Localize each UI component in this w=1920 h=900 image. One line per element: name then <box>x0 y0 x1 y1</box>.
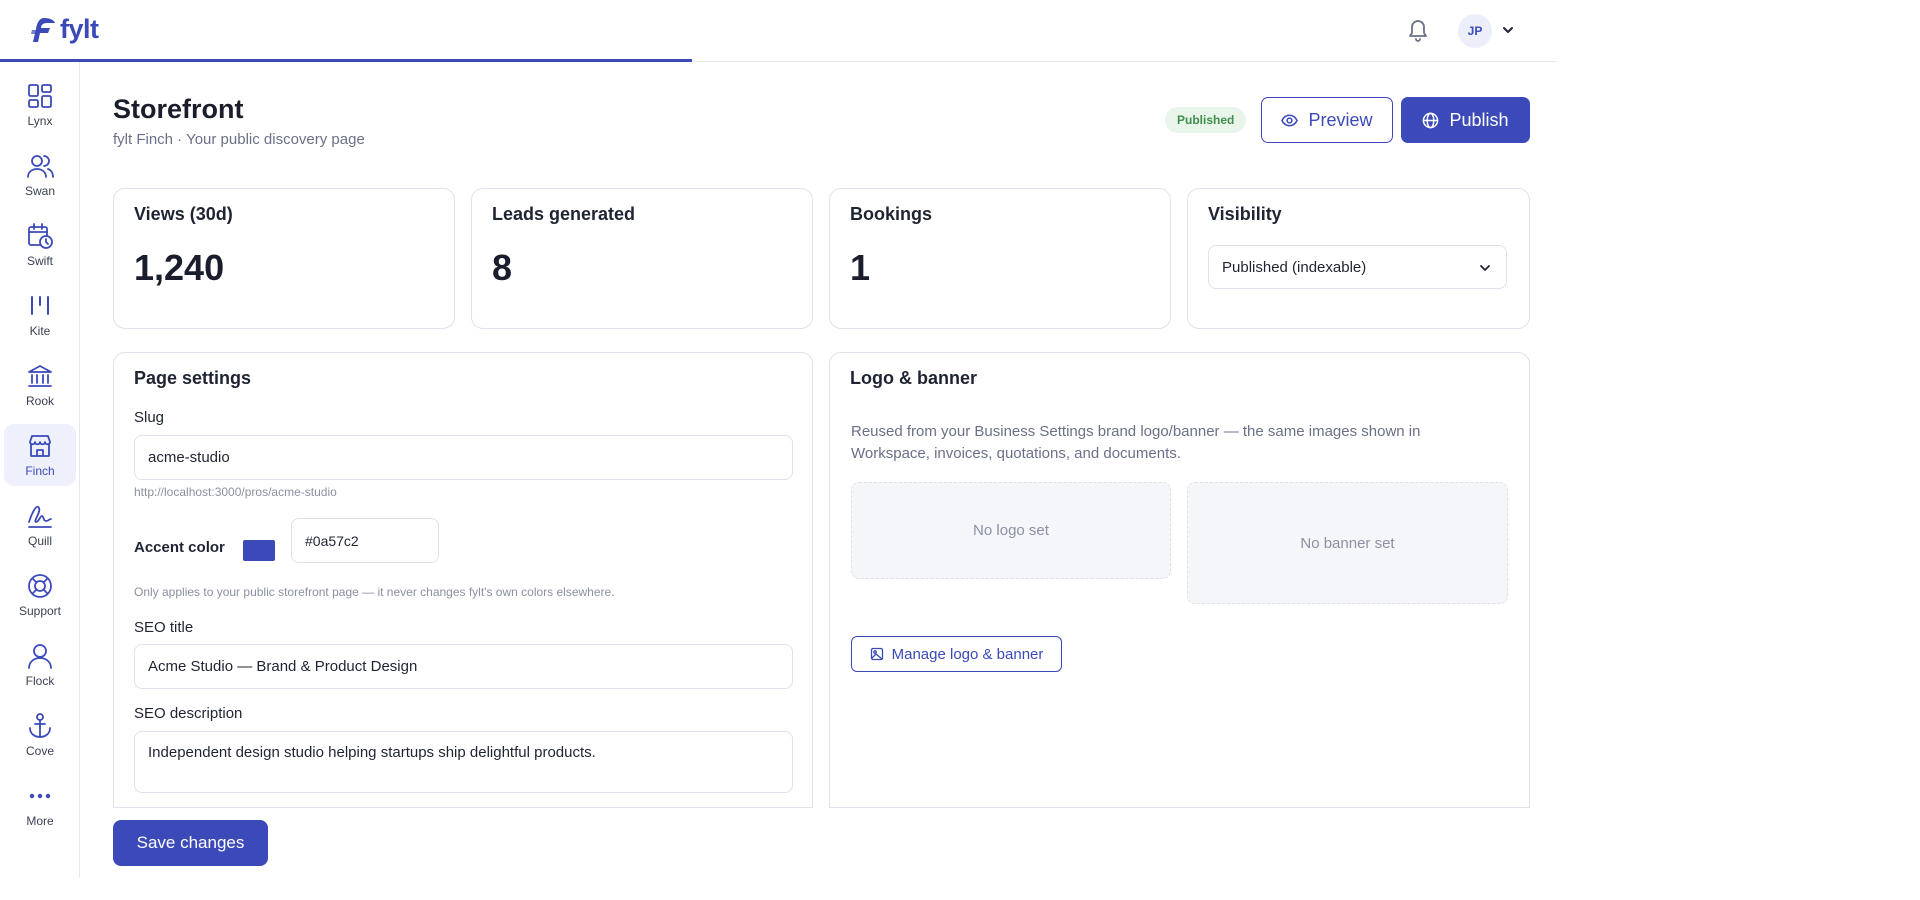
image-icon <box>870 647 883 661</box>
sidebar-item-label: Cove <box>25 744 54 758</box>
sidebar-item-kite[interactable]: Kite <box>4 284 76 346</box>
accent-color-hint: Only applies to your public storefront p… <box>134 585 615 599</box>
sidebar-item-label: Lynx <box>27 114 53 128</box>
user-avatar[interactable]: JP <box>1458 14 1492 48</box>
sidebar-item-label: Swan <box>24 184 56 198</box>
card-value: 1 <box>850 247 871 288</box>
signature-icon <box>28 505 52 528</box>
bank-icon <box>28 365 52 387</box>
slug-input[interactable]: acme-studio <box>134 435 793 480</box>
leads-card: Leads generated 8 <box>471 188 813 329</box>
eye-icon <box>1281 114 1299 126</box>
globe-icon <box>1423 112 1439 128</box>
chevron-down-icon[interactable] <box>1500 22 1516 38</box>
brand-mark-icon <box>31 17 55 42</box>
card-title: Visibility <box>1208 204 1282 224</box>
top-bar: fylt JP <box>0 0 1557 62</box>
sidebar-item-lynx[interactable]: Lynx <box>4 74 76 136</box>
card-title: Views (30d) <box>134 204 233 224</box>
visibility-select[interactable]: Published (indexable) <box>1208 245 1507 289</box>
calendar-clock-icon <box>28 223 53 249</box>
sidebar-item-label: Swift <box>26 254 53 268</box>
card-title: Bookings <box>850 204 933 224</box>
more-dots-icon <box>29 793 51 799</box>
sidebar-item-label: Rook <box>25 394 54 408</box>
accent-color-label: Accent color <box>134 539 225 556</box>
logo-placeholder: No logo set <box>851 482 1171 579</box>
card-title: Logo & banner <box>850 368 977 388</box>
user-group-icon <box>28 644 52 669</box>
page-progress-bar <box>0 59 692 62</box>
preview-button[interactable]: Preview <box>1261 97 1393 143</box>
store-icon <box>29 435 51 457</box>
sidebar-item-label: Support <box>18 604 62 618</box>
sidebar-item-finch[interactable]: Finch <box>4 424 76 486</box>
page-title: Storefront <box>113 94 244 124</box>
sidebar-item-label: Finch <box>25 464 55 478</box>
seo-title-label: SEO title <box>134 619 194 636</box>
publish-label: Publish <box>1449 109 1509 130</box>
save-changes-button[interactable]: Save changes <box>113 820 268 866</box>
sidebar-item-label: More <box>26 814 54 828</box>
visibility-card: Visibility Published (indexable) <box>1187 188 1530 329</box>
chevron-down-icon <box>1480 265 1490 271</box>
users-icon <box>27 155 54 178</box>
bookings-card: Bookings 1 <box>829 188 1171 329</box>
views-card: Views (30d) 1,240 <box>113 188 455 329</box>
publish-button[interactable]: Publish <box>1401 97 1530 143</box>
sidebar-item-quill[interactable]: Quill <box>4 494 76 556</box>
card-value: 1,240 <box>134 247 225 288</box>
app-root: fylt JP Lynx Swan Swift Kite Rook Finch … <box>0 0 1920 900</box>
sidebar-item-flock[interactable]: Flock <box>4 634 76 696</box>
grid-icon <box>28 84 52 108</box>
manage-logo-banner-button[interactable]: Manage logo & banner <box>851 636 1062 672</box>
card-value: 8 <box>492 247 513 288</box>
seo-title-input[interactable]: Acme Studio — Brand & Product Design <box>134 644 793 689</box>
sidebar-item-rook[interactable]: Rook <box>4 354 76 416</box>
seo-description-label: SEO description <box>134 705 243 722</box>
brand-logo[interactable]: fylt <box>30 14 99 45</box>
sidebar-item-more[interactable]: More <box>4 774 76 836</box>
page-subtitle: fylt Finch · Your public discovery page <box>113 131 365 148</box>
lifebuoy-icon <box>28 574 52 598</box>
sidebar-item-label: Kite <box>29 324 51 338</box>
card-title: Leads generated <box>492 204 636 224</box>
visibility-selected: Published (indexable) <box>1222 258 1367 276</box>
sidebar-item-swan[interactable]: Swan <box>4 144 76 206</box>
kite-icon <box>31 296 49 315</box>
notification-bell-icon[interactable] <box>1406 16 1430 42</box>
accent-color-swatch[interactable] <box>243 540 275 561</box>
sidebar-item-swift[interactable]: Swift <box>4 214 76 276</box>
brand-name: fylt <box>60 14 99 44</box>
sidebar-item-label: Quill <box>27 534 52 548</box>
sidebar-item-cove[interactable]: Cove <box>4 704 76 766</box>
status-badge: Published <box>1165 107 1247 133</box>
accent-color-input[interactable]: #0a57c2 <box>291 518 439 563</box>
slug-url-hint: http://localhost:3000/pros/acme-studio <box>134 485 337 499</box>
preview-label: Preview <box>1308 109 1373 130</box>
sidebar: Lynx Swan Swift Kite Rook Finch Quill Su… <box>0 62 80 877</box>
logo-banner-description: Reused from your Business Settings brand… <box>851 423 1421 462</box>
seo-description-textarea[interactable]: Independent design studio helping startu… <box>134 731 793 793</box>
card-title: Page settings <box>134 368 252 388</box>
manage-logo-banner-label: Manage logo & banner <box>891 645 1044 663</box>
slug-label: Slug <box>134 409 165 426</box>
sidebar-item-support[interactable]: Support <box>4 564 76 626</box>
banner-placeholder: No banner set <box>1187 482 1508 604</box>
sidebar-item-label: Flock <box>25 674 55 688</box>
anchor-icon <box>29 713 51 738</box>
